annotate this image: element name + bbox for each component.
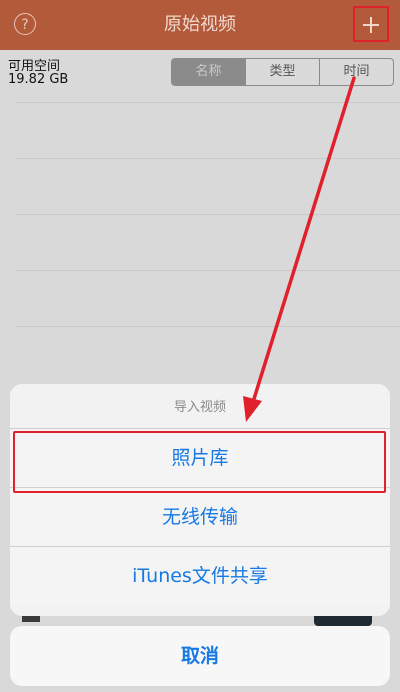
add-video-button[interactable] bbox=[353, 6, 389, 42]
list-divider bbox=[16, 270, 400, 271]
import-action-sheet: 导入视频 照片库 无线传输 iTunes文件共享 bbox=[10, 384, 390, 616]
list-divider bbox=[16, 102, 400, 103]
action-sheet-title: 导入视频 bbox=[10, 384, 390, 429]
sort-segmented-control: 名称 类型 时间 bbox=[171, 58, 394, 86]
sort-by-name-tab[interactable]: 名称 bbox=[172, 59, 246, 85]
sort-by-type-tab[interactable]: 类型 bbox=[246, 59, 320, 85]
storage-value: 19.82 GB bbox=[8, 72, 69, 87]
navigation-bar: ? 原始视频 bbox=[0, 0, 400, 50]
list-divider bbox=[16, 214, 400, 215]
annotation-highlight-box bbox=[13, 431, 386, 493]
list-divider bbox=[16, 326, 400, 327]
wireless-transfer-option[interactable]: 无线传输 bbox=[10, 488, 390, 547]
sort-by-time-tab[interactable]: 时间 bbox=[320, 59, 393, 85]
page-title: 原始视频 bbox=[164, 14, 236, 35]
list-divider bbox=[16, 158, 400, 159]
cancel-button[interactable]: 取消 bbox=[10, 626, 390, 686]
itunes-file-sharing-option[interactable]: iTunes文件共享 bbox=[10, 547, 390, 605]
